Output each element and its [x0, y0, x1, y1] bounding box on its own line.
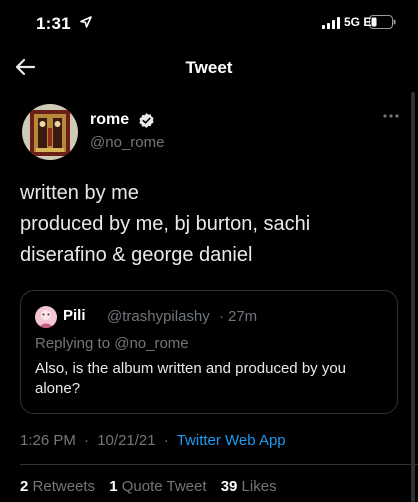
- tweet-timestamp: 1:26 PM: [20, 432, 76, 449]
- avatar[interactable]: [22, 104, 78, 160]
- quote-tweets-stat[interactable]: 1 Quote Tweet: [109, 478, 206, 495]
- tweet-date: 10/21/21: [97, 432, 156, 449]
- likes-stat[interactable]: 39 Likes: [221, 478, 277, 495]
- quoted-tweet-card[interactable]: Pili @trashypilashy · 27m Replying to @n…: [20, 290, 398, 414]
- tweet-text-line: written by me: [20, 182, 139, 204]
- quote-author-handle: @trashypilashy: [107, 308, 210, 325]
- network-type: 5G E: [344, 15, 372, 29]
- status-time: 1:31: [36, 14, 71, 33]
- quote-author-name: Pili: [63, 307, 86, 324]
- divider: [20, 464, 418, 465]
- tweet-metadata: 1:26 PM · 10/21/21 · Twitter Web App: [20, 432, 286, 449]
- quote-separator: ·: [219, 308, 224, 325]
- avatar-image: [22, 104, 78, 160]
- author-name[interactable]: rome: [90, 111, 129, 128]
- author-name-row[interactable]: rome: [90, 111, 155, 133]
- quote-time: 27m: [228, 308, 258, 325]
- quotes-count: 1: [109, 478, 118, 495]
- meta-separator: ·: [163, 432, 169, 449]
- status-bar: 1:31 5G E: [0, 0, 418, 44]
- location-arrow-icon: [80, 16, 92, 28]
- retweets-label: Retweets: [32, 478, 96, 495]
- retweets-count: 2: [20, 478, 29, 495]
- quote-text: Also, is the album written and produced …: [35, 360, 347, 397]
- nav-bar: Tweet: [0, 46, 418, 90]
- more-dots-icon[interactable]: [382, 111, 400, 121]
- reply-prefix: Replying to: [35, 335, 111, 352]
- meta-separator: ·: [84, 432, 90, 449]
- quote-avatar-image: [35, 306, 57, 328]
- quote-avatar: [35, 306, 57, 328]
- verified-badge-icon: [138, 112, 154, 128]
- signal-bars-icon: [322, 17, 340, 29]
- page-title: Tweet: [185, 58, 233, 77]
- tweet-text-line: diserafino & george daniel: [20, 244, 253, 266]
- tweet-stats: 2 Retweets 1 Quote Tweet 39 Likes: [20, 478, 277, 495]
- likes-count: 39: [220, 478, 238, 495]
- quote-reply-context: Replying to @no_rome: [35, 335, 189, 352]
- author-handle[interactable]: @no_rome: [90, 134, 164, 151]
- quotes-label: Quote Tweet: [121, 478, 207, 495]
- battery-icon: [369, 15, 396, 29]
- scrollbar[interactable]: [411, 92, 415, 502]
- retweets-stat[interactable]: 2 Retweets: [20, 478, 95, 495]
- tweet-source-link[interactable]: Twitter Web App: [177, 432, 286, 449]
- tweet-text-line: produced by me, bj burton, sachi: [20, 213, 311, 235]
- reply-mention[interactable]: @no_rome: [114, 335, 188, 352]
- likes-label: Likes: [241, 478, 277, 495]
- tweet-text: written by me produced by me, bj burton,…: [20, 178, 400, 271]
